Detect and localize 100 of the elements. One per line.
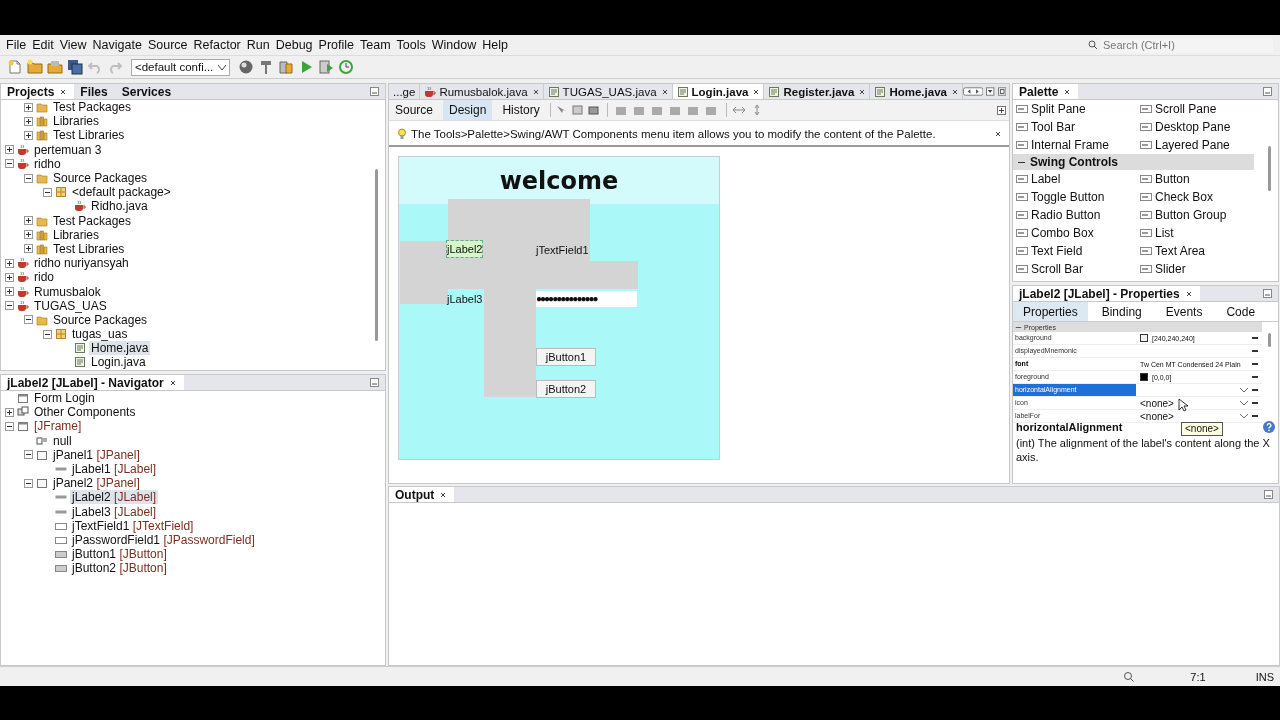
menu-item[interactable]: Edit [29,38,57,52]
tree-item[interactable]: Test Libraries [51,128,127,143]
close-icon[interactable] [169,379,176,386]
view-tab[interactable]: Source [389,100,440,120]
properties-tab[interactable]: Code [1216,302,1266,321]
close-icon[interactable] [995,131,1001,137]
menu-item[interactable]: Navigate [89,38,145,52]
close-icon[interactable] [532,88,539,95]
tree-item[interactable]: Test Packages [51,100,134,115]
close-icon[interactable] [1064,88,1071,95]
menu-item[interactable]: View [56,38,90,52]
panel-tab[interactable]: jLabel2 [JLabel] - Properties [1013,286,1200,301]
menu-item[interactable]: Refactor [190,38,244,52]
close-icon[interactable] [661,88,668,95]
expand-toggle[interactable] [5,421,14,431]
palette-item[interactable]: List [1137,224,1262,242]
tree-item[interactable]: jPasswordField1 [JPasswordField] [70,532,257,547]
minimize-icon[interactable] [1263,87,1272,96]
maximize-icon[interactable] [997,87,1006,96]
expand-toggle[interactable] [5,145,14,155]
properties-tab[interactable]: Binding [1091,302,1152,321]
file-tab[interactable]: Login.java [672,84,765,99]
property-dropdown[interactable]: <none> [1136,410,1252,422]
tree-item[interactable]: rido [32,270,56,285]
tab-list-icon[interactable] [986,87,995,96]
close-icon[interactable] [1185,290,1192,297]
file-tab[interactable]: Home.java [870,84,963,99]
password-field-component[interactable]: ●●●●●●●●●●●●●●● [536,291,637,307]
menu-item[interactable]: Source [144,38,191,52]
tree-item[interactable]: tugas_uas [70,327,130,342]
tree-item[interactable]: jButton2 [JButton] [70,561,169,576]
palette-item[interactable]: Text Area [1137,242,1262,260]
expand-toggle[interactable] [43,329,52,339]
tree-item[interactable]: [JFrame] [32,419,84,434]
view-tab[interactable]: History [496,100,546,120]
tree-item[interactable]: ridho nuriyansyah [32,256,131,271]
expand-toggle[interactable] [5,272,14,282]
globe-icon[interactable] [238,59,255,75]
text-field-component[interactable]: jTextField1 [536,242,589,258]
clean-build-icon[interactable] [278,59,295,75]
palette-item[interactable]: Combo Box [1013,224,1137,242]
help-icon[interactable] [1263,421,1275,433]
expand-toggle[interactable] [43,187,52,197]
tree-item[interactable]: jLabel2 [JLabel] [70,490,159,505]
expand-toggle[interactable] [24,230,33,240]
palette-item[interactable]: Internal Frame [1013,136,1137,154]
button-component[interactable]: jButton2 [536,380,596,398]
expand-toggle[interactable] [5,159,14,169]
expand-toggle[interactable] [5,301,14,311]
file-tab[interactable]: Rumusbalok.java [420,84,544,99]
menu-item[interactable]: Team [357,38,394,52]
tree-item[interactable]: null [51,433,74,448]
tree-item[interactable]: Ridho.java [89,199,150,214]
view-tab[interactable]: Design [443,100,493,120]
close-icon[interactable] [753,88,760,95]
palette-item[interactable]: Desktop Pane [1137,118,1262,136]
tree-item[interactable]: Login.java [89,355,148,370]
property-dropdown[interactable]: <none> [1136,397,1252,409]
close-icon[interactable] [440,491,447,498]
palette-category[interactable]: Swing Controls [1013,154,1254,170]
new-file-icon[interactable] [7,59,23,75]
expand-icon[interactable] [997,105,1006,115]
menu-item[interactable]: Profile [315,38,357,52]
tree-item[interactable]: Other Components [32,405,138,420]
close-icon[interactable] [859,88,866,95]
heading-label[interactable]: welcome [399,161,719,201]
tree-item[interactable]: jTextField1 [JTextField] [70,518,196,533]
menu-item[interactable]: Window [428,38,480,52]
tree-item[interactable]: pertemuan 3 [32,142,104,157]
notification-icon[interactable] [1123,670,1136,683]
palette-item[interactable]: Button Group [1137,206,1262,224]
expand-toggle[interactable] [5,407,14,417]
tree-item[interactable]: jLabel1 [JLabel] [70,462,159,477]
expand-toggle[interactable] [24,173,33,183]
file-tab[interactable]: ...ge [389,84,421,99]
menu-item[interactable]: Debug [272,38,316,52]
tree-item[interactable]: jPanel1 [JPanel] [51,447,142,462]
button-component[interactable]: jButton1 [536,348,596,366]
close-icon[interactable] [60,88,67,95]
tree-item[interactable]: Home.java [89,341,151,356]
tree-item[interactable]: jPanel2 [JPanel] [51,476,142,491]
panel-tab[interactable]: Projects [1,84,75,99]
expand-toggle[interactable] [24,102,33,112]
menu-item[interactable]: Tools [393,38,429,52]
tree-item[interactable]: TUGAS_UAS [32,298,109,313]
tree-item[interactable]: jLabel3 [JLabel] [70,504,159,519]
palette-item[interactable]: Slider [1137,260,1262,278]
menu-item[interactable]: Run [243,38,273,52]
properties-tab[interactable]: Properties [1013,302,1088,321]
tab-scroll-icon[interactable] [962,87,984,96]
expand-toggle[interactable] [24,450,33,460]
tree-item[interactable]: Rumusbalok [32,284,103,299]
label-component[interactable]: jLabel2 [447,241,483,257]
panel-tab[interactable]: Files [74,84,116,99]
tree-item[interactable]: Source Packages [51,312,150,327]
palette-item[interactable]: Text Field [1013,242,1137,260]
palette-item[interactable]: Tool Bar [1013,118,1137,136]
minimize-icon[interactable] [370,87,379,96]
search-field[interactable]: Search (Ctrl+I) [1101,37,1273,53]
menu-item[interactable]: Help [479,38,511,52]
